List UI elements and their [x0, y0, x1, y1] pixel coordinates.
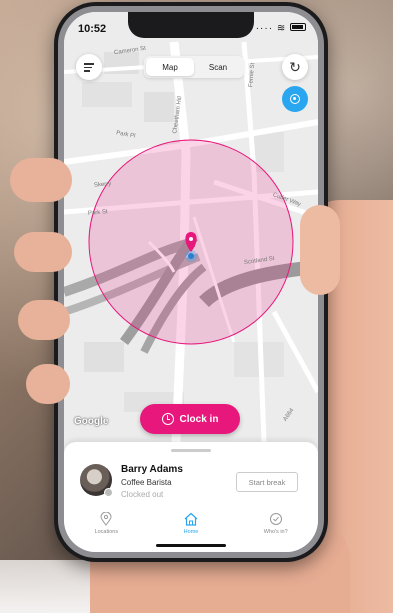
sheet-handle[interactable] [171, 449, 211, 452]
thumb [300, 205, 340, 295]
user-role: Coffee Barista [121, 478, 172, 487]
tab-label: Who's in? [263, 529, 288, 535]
refresh-icon: ↻ [289, 58, 301, 75]
tab-label: Home [183, 529, 199, 535]
home-indicator [156, 544, 226, 547]
status-bar: 10:52 ···· ≋ [64, 12, 318, 42]
map-view[interactable]: Cameron St Cheetham Hill Fernie St Park … [64, 12, 318, 442]
finger [14, 232, 72, 272]
tab-home[interactable]: Home [149, 510, 234, 544]
signal-icon: ···· [255, 23, 274, 34]
finger [10, 158, 72, 202]
notch [128, 12, 254, 38]
phone-device: Cameron St Cheetham Hill Fernie St Park … [54, 2, 328, 562]
battery-icon [290, 23, 306, 31]
presence-dot [104, 488, 113, 497]
tab-scan[interactable]: Scan [194, 58, 242, 76]
user-name: Barry Adams [121, 464, 183, 475]
status-time: 10:52 [78, 23, 107, 35]
finger [18, 300, 70, 340]
user-status: Clocked out [121, 490, 164, 499]
locate-me-button[interactable] [282, 86, 308, 112]
tab-label: Locations [94, 529, 119, 535]
tab-locations[interactable]: Locations [64, 510, 149, 544]
crosshair-icon [290, 94, 300, 104]
google-logo: Google [74, 416, 109, 427]
clock-in-button[interactable]: Clock in [140, 404, 240, 434]
wifi-icon: ≋ [276, 23, 287, 34]
clock-in-label: Clock in [179, 413, 219, 425]
tab-map[interactable]: Map [146, 58, 194, 76]
whos-in-icon [267, 512, 285, 526]
home-icon [182, 512, 200, 526]
tab-bar: Locations Home Who's in? [64, 510, 318, 544]
phone-screen: Cameron St Cheetham Hill Fernie St Park … [64, 12, 318, 552]
refresh-button[interactable]: ↻ [282, 54, 308, 80]
start-break-button[interactable]: Start break [236, 472, 298, 492]
location-pin-icon [97, 512, 115, 526]
finger [26, 364, 70, 404]
tab-whos-in[interactable]: Who's in? [233, 510, 318, 544]
menu-button[interactable] [76, 54, 102, 80]
status-icons: ···· ≋ [256, 23, 306, 34]
bottom-sheet: Barry Adams Coffee Barista Clocked out S… [64, 442, 318, 552]
clock-icon [161, 413, 174, 425]
map-scan-toggle: Map Scan [144, 56, 244, 78]
